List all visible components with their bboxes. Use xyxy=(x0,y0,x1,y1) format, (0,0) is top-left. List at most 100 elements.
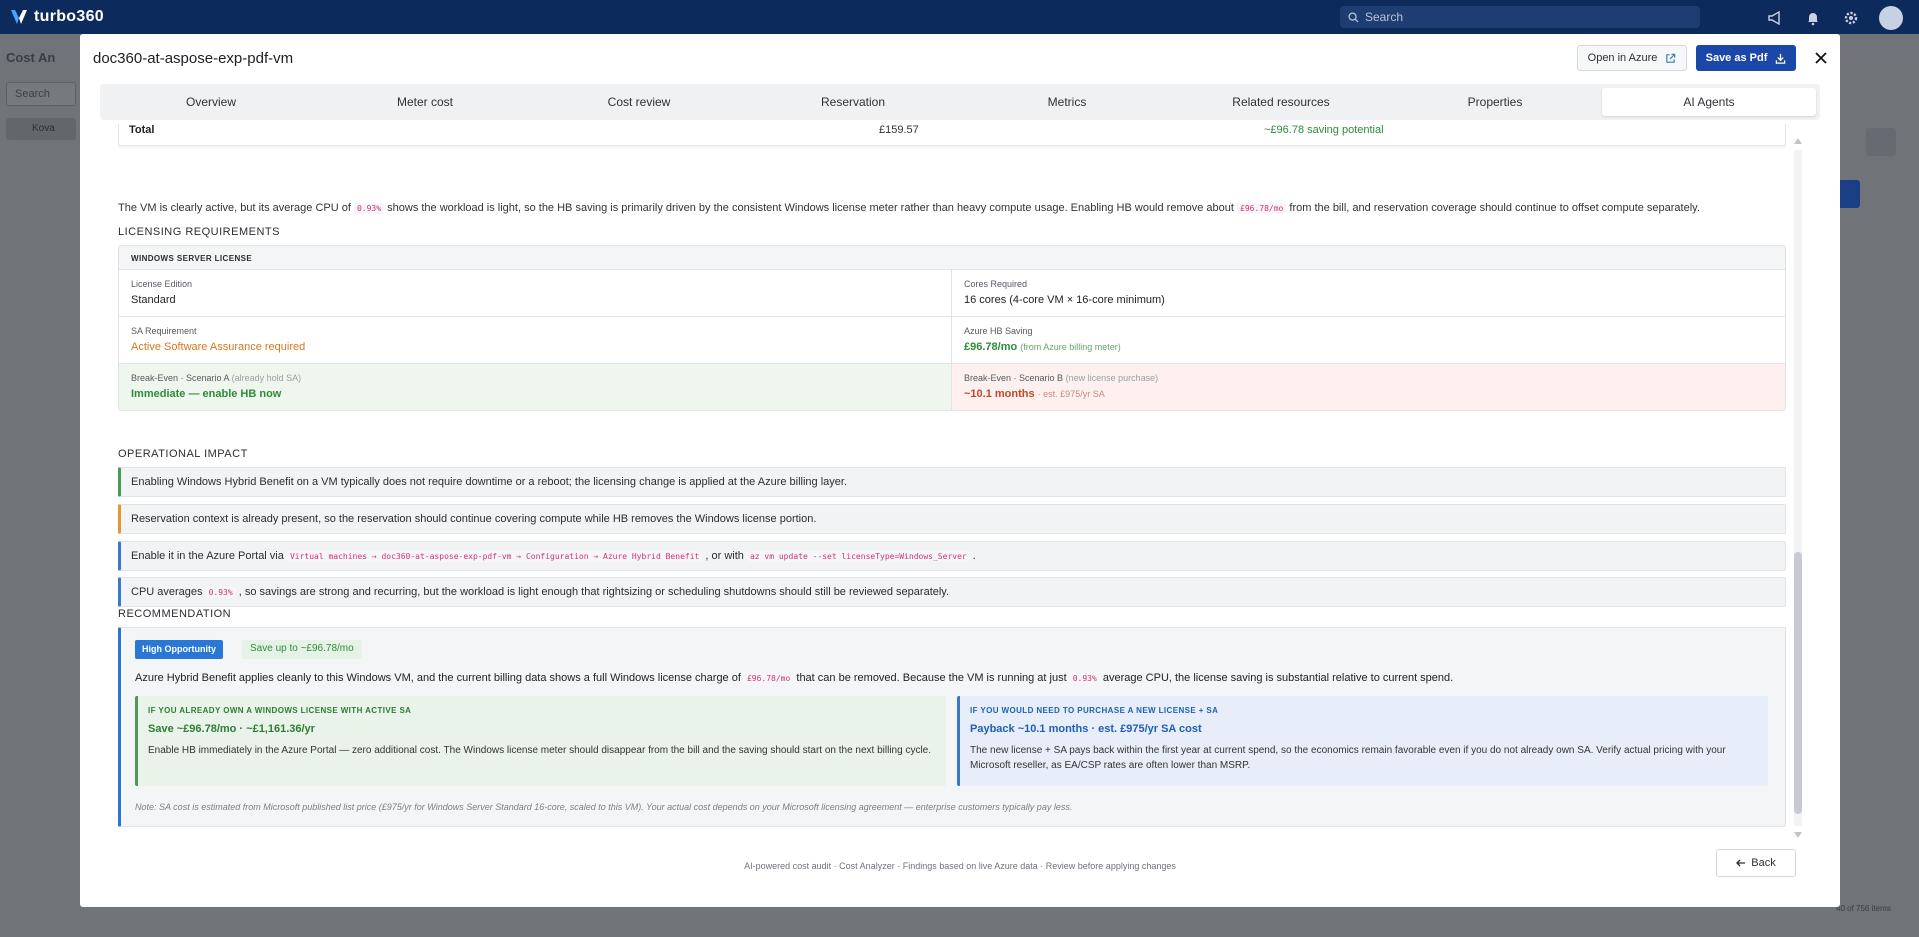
option-new-license-payback: Payback ~10.1 months · est. £975/yr SA c… xyxy=(970,723,1202,735)
recommendation-text-part: average CPU, the license saving is subst… xyxy=(1099,672,1454,684)
option-own-license-saving: Save ~£96.78/mo · ~£1,161.36/yr xyxy=(148,723,315,735)
back-button[interactable]: Back xyxy=(1716,849,1796,877)
tab-cost-review[interactable]: Cost review xyxy=(532,88,746,116)
megaphone-icon[interactable] xyxy=(1765,8,1785,28)
tab-reservation[interactable]: Reservation xyxy=(746,88,960,116)
cost-total-row: Total £159.57 ~£96.78 saving potential xyxy=(118,124,1786,146)
saving-potential: ~£96.78 saving potential xyxy=(1264,124,1384,136)
impact-item-cpu: CPU averages 0.93% , so savings are stro… xyxy=(118,577,1786,607)
open-in-azure-button[interactable]: Open in Azure xyxy=(1577,45,1687,71)
close-icon[interactable] xyxy=(1810,47,1832,69)
search-placeholder: Search xyxy=(1365,10,1404,24)
top-bar: turbo360 Search xyxy=(0,0,1919,34)
cores-required-value: 16 cores (4-core VM × 16-core minimum) xyxy=(964,294,1165,306)
break-even-a-value: Immediate — enable HB now xyxy=(131,388,282,400)
recommendation-text: Azure Hybrid Benefit applies cleanly to … xyxy=(135,672,1453,684)
background-search-input: Search xyxy=(6,82,76,106)
scroll-thumb[interactable] xyxy=(1794,552,1802,814)
cpu-value: 0.93% xyxy=(205,587,236,598)
break-even-a-cell: Break-Even · Scenario A (already hold SA… xyxy=(119,364,952,410)
recommendation-text-part: that can be removed. Because the VM is r… xyxy=(793,672,1070,684)
break-even-b-sa: · est. £975/yr SA xyxy=(1037,389,1105,399)
recommendation-text-part: Azure Hybrid Benefit applies cleanly to … xyxy=(135,672,744,684)
summary-text: shows the workload is light, so the HB s… xyxy=(384,202,1237,214)
save-as-pdf-button[interactable]: Save as Pdf xyxy=(1696,45,1796,71)
tab-properties[interactable]: Properties xyxy=(1388,88,1602,116)
cli-command: az vm update --set licenseType=Windows_S… xyxy=(746,551,970,562)
tab-overview[interactable]: Overview xyxy=(104,88,318,116)
windows-license-card: WINDOWS SERVER LICENSE License Edition S… xyxy=(118,245,1786,411)
modal-tabs: Overview Meter cost Cost review Reservat… xyxy=(100,84,1820,120)
recommendation-heading: RECOMMENDATION xyxy=(118,608,232,620)
impact-item-enable: Enable it in the Azure Portal via Virtua… xyxy=(118,541,1786,571)
modal-header: doc360-at-aspose-exp-pdf-vm Open in Azur… xyxy=(80,34,1840,82)
sa-requirement-label: SA Requirement xyxy=(131,326,197,336)
modal-title: doc360-at-aspose-exp-pdf-vm xyxy=(93,50,294,67)
summary-text: from the bill, and reservation coverage … xyxy=(1286,202,1700,214)
break-even-a-note: (already hold SA) xyxy=(231,373,302,383)
break-even-b-label: Break-Even · Scenario B xyxy=(964,373,1064,383)
modal-footer-text: AI-powered cost audit · Cost Analyzer · … xyxy=(744,861,1176,871)
operational-heading: OPERATIONAL IMPACT xyxy=(118,448,248,460)
impact-item-downtime: Enabling Windows Hybrid Benefit on a VM … xyxy=(118,467,1786,497)
tab-meter-cost[interactable]: Meter cost xyxy=(318,88,532,116)
search-icon xyxy=(1348,11,1359,23)
license-charge: £96.78/mo xyxy=(743,673,794,684)
download-icon xyxy=(1776,53,1786,64)
portal-path: Virtual machines → doc360-at-aspose-exp-… xyxy=(286,551,703,562)
impact-item-reservation: Reservation context is already present, … xyxy=(118,504,1786,534)
total-label: Total xyxy=(129,124,155,136)
background-blue-button xyxy=(1838,180,1860,208)
content-scrollbar[interactable] xyxy=(1793,138,1803,838)
bell-icon[interactable] xyxy=(1803,8,1823,28)
break-even-b-note: (new license purchase) xyxy=(1065,373,1159,383)
tab-ai-agents[interactable]: AI Agents xyxy=(1602,88,1816,116)
impact-text: CPU averages xyxy=(131,586,206,598)
license-edition-cell: License Edition Standard xyxy=(119,270,952,317)
recommendation-card: High Opportunity Save up to ~£96.78/mo A… xyxy=(118,627,1786,827)
hb-saving-value: £96.78/mo xyxy=(964,341,1018,353)
summary-text: The VM is clearly active, but its averag… xyxy=(118,202,354,214)
impact-text: Enable it in the Azure Portal via xyxy=(131,550,287,562)
license-card-title: WINDOWS SERVER LICENSE xyxy=(119,246,1785,270)
hb-saving-label: Azure HB Saving xyxy=(964,326,1033,336)
save-as-pdf-label: Save as Pdf xyxy=(1705,52,1768,64)
background-breadcrumb: Cost An xyxy=(6,50,56,65)
total-amount: £159.57 xyxy=(879,124,919,136)
option-new-license-desc: The new license + SA pays back within th… xyxy=(970,745,1726,771)
license-edition-value: Standard xyxy=(131,294,176,306)
option-new-license-title: IF YOU WOULD NEED TO PURCHASE A NEW LICE… xyxy=(970,706,1219,715)
break-even-a-label: Break-Even · Scenario A xyxy=(131,373,230,383)
cores-required-cell: Cores Required 16 cores (4-core VM × 16-… xyxy=(952,270,1785,317)
back-label: Back xyxy=(1751,857,1776,869)
sa-cost-note: Note: SA cost is estimated from Microsof… xyxy=(135,802,1073,812)
brand-logo[interactable]: turbo360 xyxy=(10,8,104,26)
sa-requirement-value: Active Software Assurance required xyxy=(131,341,306,353)
break-even-b-value: ~10.1 months xyxy=(964,388,1035,400)
turbo360-logo-icon xyxy=(11,10,27,24)
tab-related-resources[interactable]: Related resources xyxy=(1174,88,1388,116)
impact-text: , or with xyxy=(702,550,747,562)
option-own-license-desc: Enable HB immediately in the Azure Porta… xyxy=(148,745,932,756)
background-pager: 40 of 756 items xyxy=(1836,904,1891,913)
opportunity-badge: High Opportunity xyxy=(135,640,223,659)
gear-icon[interactable] xyxy=(1841,8,1861,28)
resource-details-modal: doc360-at-aspose-exp-pdf-vm Open in Azur… xyxy=(80,34,1840,907)
background-button xyxy=(1866,128,1896,156)
impact-text: , so savings are strong and recurring, b… xyxy=(235,586,950,598)
scroll-down-arrow-icon[interactable] xyxy=(1794,832,1802,838)
ai-agents-content: Total £159.57 ~£96.78 saving potential T… xyxy=(118,124,1786,858)
hb-saving-cell: Azure HB Saving £96.78/mo (from Azure bi… xyxy=(952,317,1785,364)
save-badge: Save up to ~£96.78/mo xyxy=(242,640,362,659)
arrow-left-icon xyxy=(1736,859,1746,867)
scroll-up-arrow-icon[interactable] xyxy=(1794,138,1802,144)
user-avatar[interactable] xyxy=(1879,6,1903,30)
tab-metrics[interactable]: Metrics xyxy=(960,88,1174,116)
global-search-input[interactable]: Search xyxy=(1340,6,1700,28)
summary-paragraph: The VM is clearly active, but its averag… xyxy=(118,202,1700,214)
option-new-license: IF YOU WOULD NEED TO PURCHASE A NEW LICE… xyxy=(957,696,1768,786)
cpu-value: 0.93% xyxy=(1069,673,1100,684)
background-row: Kova xyxy=(6,118,76,140)
cpu-value: 0.93% xyxy=(353,203,385,214)
sa-requirement-cell: SA Requirement Active Software Assurance… xyxy=(119,317,952,364)
